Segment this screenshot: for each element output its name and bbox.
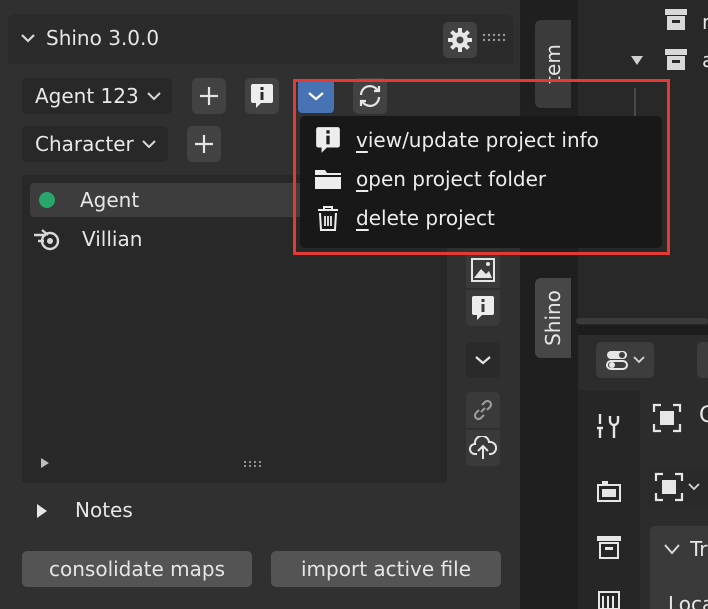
- add-category-button[interactable]: [187, 126, 221, 162]
- location-label: Loca: [668, 592, 708, 609]
- view-layer-icon[interactable]: [596, 584, 622, 609]
- expand-down-icon[interactable]: [631, 56, 643, 66]
- header-widget[interactable]: [697, 342, 708, 378]
- asset-info-button[interactable]: [466, 290, 500, 326]
- collection-icon: [664, 48, 688, 72]
- blender-icon: [34, 229, 60, 251]
- tab-shino[interactable]: Shino: [535, 278, 571, 358]
- toggle-icon: [606, 351, 628, 370]
- project-dropdown[interactable]: Agent 123: [22, 78, 172, 114]
- tab-shino-label: Shino: [541, 290, 565, 346]
- chevron-down-icon: [633, 356, 645, 364]
- list-resize-handle-icon[interactable]: [243, 460, 263, 468]
- cloud-upload-icon: [469, 436, 497, 459]
- list-item-label: Agent: [80, 188, 140, 212]
- plus-icon: [200, 87, 218, 105]
- panel-title: Shino 3.0.0: [46, 26, 160, 50]
- select-mode-dropdown[interactable]: [648, 467, 708, 507]
- transform-panel-title: Tr: [690, 537, 708, 561]
- chevron-down-icon: [147, 92, 161, 101]
- select-box-icon[interactable]: [652, 403, 682, 433]
- consolidate-maps-button[interactable]: consolidate maps: [22, 551, 252, 587]
- tool-settings-icon[interactable]: [596, 412, 624, 440]
- select-box-icon: [654, 472, 684, 502]
- outliner-item-label: n: [702, 10, 708, 34]
- project-dropdown-value: Agent 123: [35, 84, 139, 108]
- render-icon[interactable]: [596, 478, 622, 504]
- expand-triangle-icon[interactable]: [40, 458, 50, 468]
- category-dropdown[interactable]: Character: [22, 126, 168, 162]
- collapse-chevron-icon[interactable]: [664, 543, 680, 555]
- chevron-down-icon: [688, 483, 700, 491]
- gear-icon: [448, 28, 472, 52]
- editor-type-dropdown[interactable]: [596, 342, 654, 378]
- settings-button[interactable]: [443, 22, 477, 58]
- import-active-file-button[interactable]: import active file: [271, 551, 501, 587]
- collection-icon: [664, 8, 688, 32]
- category-dropdown-value: Character: [35, 132, 134, 156]
- collapse-chevron-icon[interactable]: [20, 30, 36, 46]
- add-project-button[interactable]: [192, 78, 226, 114]
- project-info-button[interactable]: [245, 78, 279, 114]
- image-icon: [471, 258, 495, 282]
- horizontal-scrollbar[interactable]: [576, 318, 708, 324]
- asset-menu-button[interactable]: [466, 342, 500, 378]
- plus-icon: [195, 135, 213, 153]
- info-icon: [251, 84, 273, 108]
- properties-label: C: [699, 403, 708, 428]
- highlight-box: [293, 79, 670, 255]
- outliner-item-label: a: [702, 48, 708, 72]
- chevron-down-icon: [475, 356, 491, 365]
- upload-button[interactable]: [466, 430, 500, 466]
- info-icon: [472, 296, 494, 320]
- tab-item-label: tem: [541, 44, 565, 84]
- link-icon: [473, 399, 493, 421]
- green-dot-icon: [39, 192, 55, 208]
- output-icon[interactable]: [596, 534, 622, 560]
- link-button[interactable]: [466, 392, 500, 428]
- drag-handle-icon[interactable]: [482, 33, 506, 43]
- notes-expand-icon[interactable]: [36, 504, 48, 518]
- image-button[interactable]: [466, 252, 500, 288]
- notes-label[interactable]: Notes: [75, 498, 133, 522]
- list-item-label: Villian: [82, 227, 143, 251]
- chevron-down-icon: [142, 140, 156, 149]
